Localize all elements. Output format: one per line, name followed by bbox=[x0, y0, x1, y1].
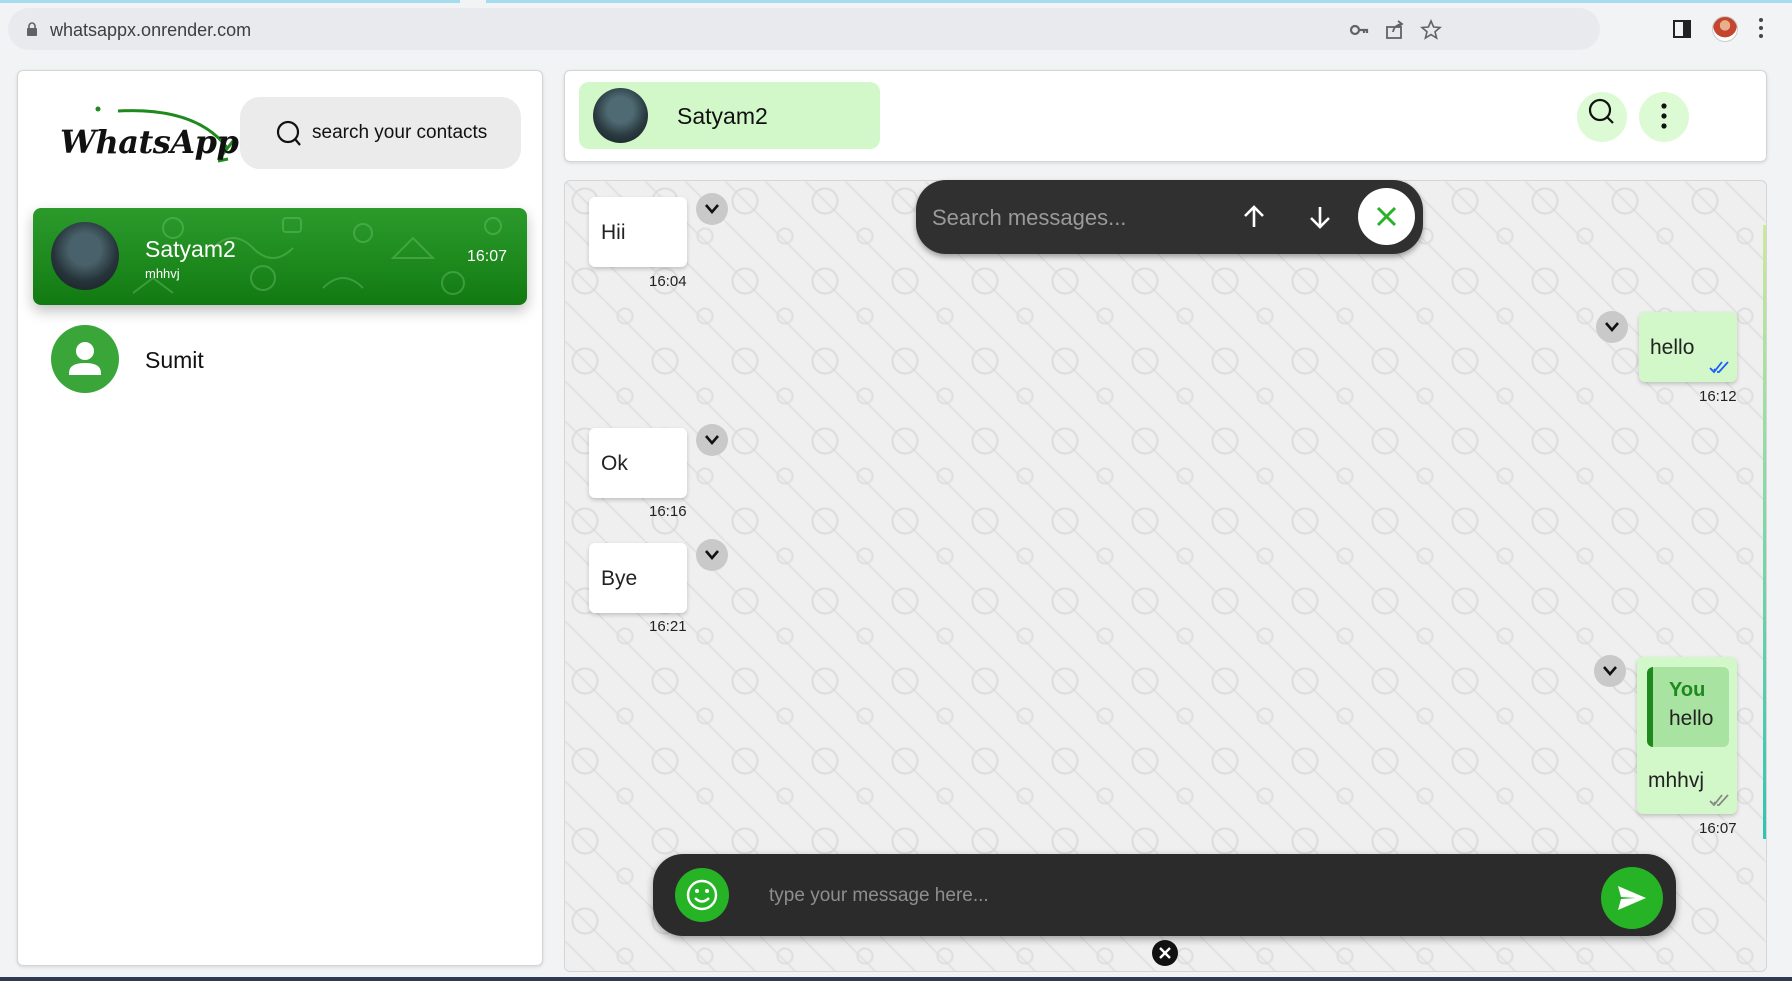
chevron-down-icon bbox=[705, 204, 719, 214]
message-text: Hii bbox=[601, 221, 626, 244]
chevron-down-icon bbox=[1605, 322, 1619, 332]
message-time: 16:12 bbox=[1699, 388, 1737, 405]
chat-contact-avatar bbox=[593, 88, 648, 143]
share-icon[interactable] bbox=[1384, 19, 1406, 41]
search-close-button[interactable] bbox=[1358, 188, 1415, 245]
message-input[interactable] bbox=[767, 876, 1571, 916]
contact-name: Sumit bbox=[145, 347, 204, 373]
up-arrow-icon[interactable] bbox=[1240, 203, 1268, 231]
contact-avatar bbox=[51, 222, 119, 290]
message-time: 16:21 bbox=[649, 618, 687, 635]
message-text: mhhvj bbox=[1648, 769, 1705, 792]
message-incoming[interactable]: Hii bbox=[589, 197, 687, 267]
contact-item-sumit[interactable]: Sumit bbox=[33, 321, 527, 401]
contact-search-label: search your contacts bbox=[312, 122, 488, 143]
message-outgoing[interactable]: hello bbox=[1639, 312, 1737, 382]
message-incoming[interactable]: Bye bbox=[589, 543, 687, 613]
message-options-button[interactable] bbox=[696, 539, 728, 571]
close-reply-button[interactable] bbox=[1152, 940, 1178, 966]
star-icon[interactable] bbox=[1420, 19, 1442, 41]
key-icon[interactable] bbox=[1348, 19, 1370, 41]
browser-address-bar[interactable]: whatsappx.onrender.com bbox=[8, 8, 1600, 50]
contact-name: Satyam2 bbox=[145, 236, 236, 262]
down-arrow-icon[interactable] bbox=[1306, 203, 1334, 231]
chat-search-button[interactable] bbox=[1577, 92, 1627, 142]
message-incoming[interactable]: Ok bbox=[589, 428, 687, 498]
message-outgoing-reply[interactable]: You hello mhhvj bbox=[1637, 657, 1737, 814]
logo-text: WhatsApp bbox=[60, 123, 239, 161]
message-composer bbox=[653, 854, 1676, 936]
quoted-text: hello bbox=[1669, 707, 1714, 730]
message-text: Bye bbox=[601, 567, 638, 590]
message-time: 16:07 bbox=[1699, 820, 1737, 837]
message-options-button[interactable] bbox=[696, 193, 728, 225]
message-time: 16:04 bbox=[649, 273, 687, 290]
message-options-button[interactable] bbox=[696, 424, 728, 456]
browser-loading-line bbox=[0, 0, 1792, 3]
chat-contact-card[interactable]: Satyam2 bbox=[579, 82, 880, 149]
search-icon bbox=[276, 120, 301, 146]
chat-menu-button[interactable] bbox=[1639, 92, 1689, 142]
message-time: 16:16 bbox=[649, 503, 687, 520]
emoji-button[interactable] bbox=[675, 868, 729, 922]
scroll-accent bbox=[1763, 225, 1766, 839]
emoji-icon bbox=[686, 879, 718, 911]
chevron-down-icon bbox=[1603, 666, 1617, 676]
quoted-author: You bbox=[1669, 679, 1706, 701]
message-options-button[interactable] bbox=[1596, 311, 1628, 343]
close-icon bbox=[1159, 947, 1171, 959]
lock-icon bbox=[27, 22, 37, 36]
person-icon bbox=[51, 325, 119, 393]
chat-contact-name: Satyam2 bbox=[677, 103, 768, 129]
message-text: Ok bbox=[601, 452, 628, 475]
message-search-bar bbox=[916, 180, 1423, 254]
message-search-input[interactable] bbox=[930, 198, 1204, 238]
sidebar-toggle-icon[interactable] bbox=[1672, 19, 1692, 39]
message-text: hello bbox=[1650, 336, 1695, 359]
contact-last-message: mhhvj bbox=[145, 266, 180, 281]
chevron-down-icon bbox=[705, 550, 719, 560]
contact-search-box[interactable]: search your contacts bbox=[240, 97, 521, 169]
close-icon bbox=[1376, 206, 1397, 227]
contacts-panel: WhatsApp search your contacts Satyam2 mh… bbox=[17, 70, 543, 966]
browser-menu-kebab-icon[interactable] bbox=[1758, 18, 1764, 38]
send-button[interactable] bbox=[1601, 867, 1663, 929]
kebab-icon bbox=[1661, 103, 1667, 129]
quoted-reply[interactable]: You hello bbox=[1647, 667, 1729, 747]
chat-header: Satyam2 bbox=[564, 70, 1767, 162]
taskbar-edge bbox=[0, 977, 1792, 981]
profile-avatar[interactable] bbox=[1712, 16, 1738, 42]
send-icon bbox=[1618, 886, 1646, 910]
contact-item-satyam2[interactable]: Satyam2 mhhvj 16:07 bbox=[33, 208, 527, 305]
contact-time: 16:07 bbox=[466, 248, 507, 265]
browser-url[interactable]: whatsappx.onrender.com bbox=[50, 20, 251, 41]
search-icon bbox=[1588, 98, 1614, 124]
message-options-button[interactable] bbox=[1594, 655, 1626, 687]
double-check-icon bbox=[1709, 794, 1729, 807]
chevron-down-icon bbox=[705, 435, 719, 445]
double-check-icon bbox=[1709, 361, 1729, 374]
